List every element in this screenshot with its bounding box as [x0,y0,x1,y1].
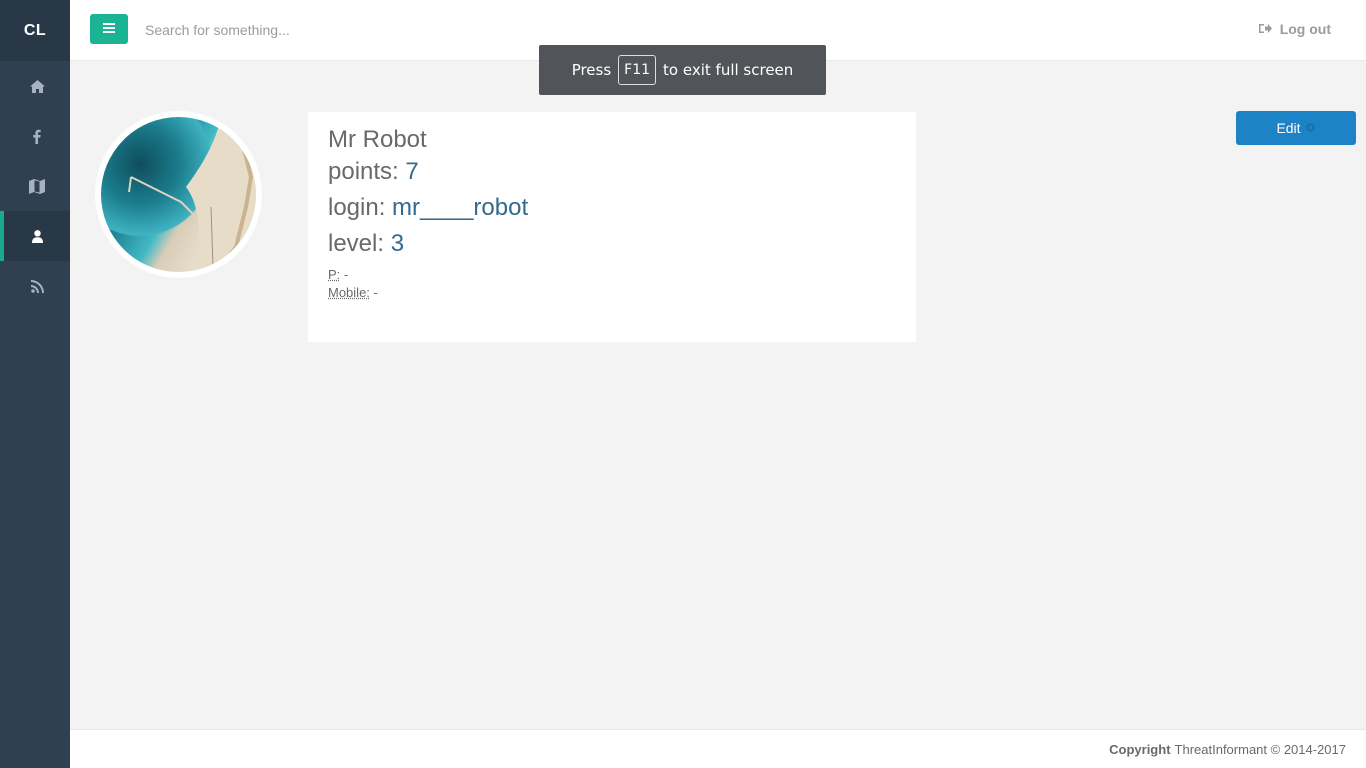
sidebar-item-profile[interactable] [0,211,70,261]
login-row: login: mr____robot [328,190,896,226]
avatar-photo [101,117,256,272]
fullscreen-exit-toast: Press F11 to exit full screen [539,45,826,95]
level-label: level: [328,230,385,257]
home-icon [29,79,45,93]
gear-icon [1305,120,1316,136]
sidebar-item-facebook[interactable] [0,111,70,161]
menu-toggle-button[interactable] [90,14,128,44]
logout-link[interactable]: Log out [1258,21,1331,37]
mobile-value: - [373,285,378,300]
phone-label: P: [328,267,341,282]
points-value: 7 [405,158,419,185]
points-row: points: 7 [328,154,896,190]
logout-label: Log out [1279,21,1331,37]
copyright-text: ThreatInformant © 2014-2017 [1174,741,1346,757]
sidebar-item-map[interactable] [0,161,70,211]
profile-name: Mr Robot [328,126,427,153]
rss-icon [30,279,44,293]
search-input[interactable] [138,16,558,44]
sign-out-icon [1258,21,1272,37]
facebook-icon [33,129,41,144]
mobile-label: Mobile: [328,285,370,300]
edit-profile-button[interactable]: Edit [1236,111,1356,145]
phone-value: - [343,267,349,282]
map-icon [29,178,45,194]
phone-row: P: - [328,266,896,284]
sidebar-item-home[interactable] [0,61,70,111]
edit-label: Edit [1276,120,1301,136]
profile-card: Mr Robot points: 7 login: mr____robot le… [308,112,916,342]
toast-text-before: Press [571,61,612,79]
user-icon [31,229,43,243]
sidebar: CL [0,0,70,768]
sidebar-item-rss[interactable] [0,261,70,311]
toast-key: F11 [618,55,657,85]
login-label: login: [328,194,386,221]
login-value: mr____robot [392,194,529,221]
level-value: 3 [390,230,405,257]
brand-logo[interactable]: CL [0,0,70,61]
level-row: level: 3 [328,226,896,262]
copyright-label: Copyright [1109,741,1171,757]
points-label: points: [328,158,399,185]
footer: Copyright ThreatInformant © 2014-2017 [70,729,1366,768]
hamburger-icon [103,20,115,38]
toast-text-after: to exit full screen [663,61,794,79]
profile-avatar [95,111,262,278]
mobile-row: Mobile: - [328,284,896,302]
